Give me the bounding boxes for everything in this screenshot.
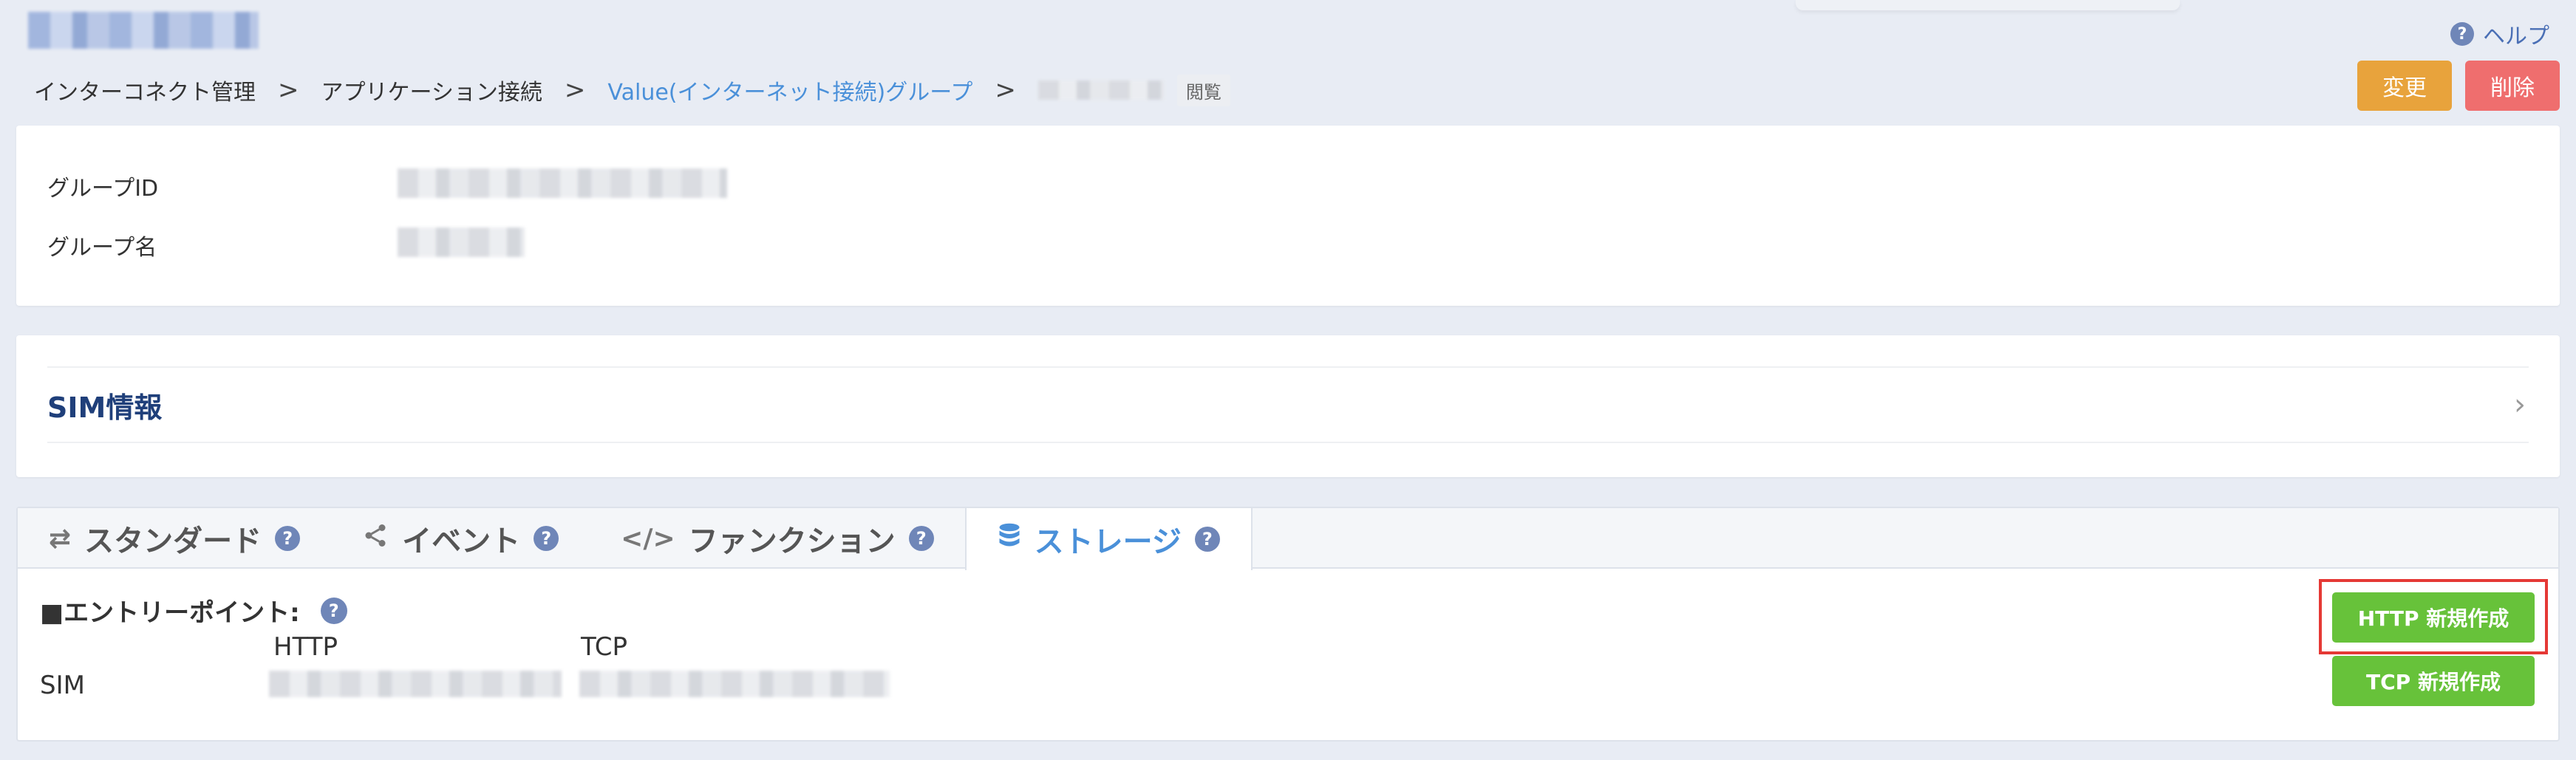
entry-panel: ⇄ スタンダード ? イベント ? </> ファンクション ? ストレージ ? … (16, 507, 2560, 742)
tab-bar: ⇄ スタンダード ? イベント ? </> ファンクション ? ストレージ ? (18, 508, 2558, 570)
help-label: ヘルプ (2483, 24, 2549, 49)
breadcrumb: インターコネクト管理 > アプリケーション接続 > Value(インターネット接… (34, 71, 1230, 109)
tcp-new-button[interactable]: TCP 新規作成 (2332, 656, 2535, 706)
group-id-label: グループID (47, 176, 159, 202)
tab-label: イベント (402, 524, 521, 558)
share-icon (362, 522, 389, 555)
help-link[interactable]: ? ヘルプ (2450, 18, 2549, 50)
arrows-exchange-icon: ⇄ (49, 523, 72, 554)
row-label-sim: SIM (40, 671, 85, 700)
mode-badge: 閲覧 (1176, 74, 1230, 106)
breadcrumb-item-app-connection[interactable]: アプリケーション接続 (321, 74, 542, 106)
entry-point-title: ■エントリーポイント: ? (40, 592, 347, 629)
sim-info-title: SIM情報 (47, 391, 163, 424)
question-circle-icon[interactable]: ? (534, 526, 559, 551)
top-overlay-edge (1796, 0, 2180, 10)
tcp-endpoint-value-redacted (579, 671, 890, 697)
delete-button[interactable]: 削除 (2465, 61, 2560, 111)
chevron-right-icon: > (564, 75, 586, 105)
tab-function[interactable]: </> ファンクション ? (590, 508, 964, 569)
question-circle-icon[interactable]: ? (1194, 527, 1220, 552)
database-icon (998, 523, 1021, 556)
http-endpoint-value-redacted (269, 671, 562, 697)
entry-point-title-text: ■エントリーポイント: (40, 598, 300, 628)
sim-info-card: SIM情報 › (16, 335, 2560, 477)
tab-label: スタンダード (84, 524, 262, 558)
tab-storage[interactable]: ストレージ ? (964, 508, 1253, 570)
question-circle-icon[interactable]: ? (275, 526, 301, 551)
top-actions: 変更 削除 (2357, 61, 2560, 111)
sim-info-toggle[interactable]: SIM情報 › (47, 366, 2529, 443)
tab-event[interactable]: イベント ? (331, 508, 590, 569)
column-header-tcp: TCP (581, 632, 628, 662)
chevron-right-icon: > (278, 75, 299, 105)
chevron-right-icon: › (2514, 388, 2526, 422)
tab-label: ストレージ (1034, 525, 1182, 559)
http-new-button[interactable]: HTTP 新規作成 (2332, 592, 2535, 643)
tab-label: ファンクション (688, 524, 896, 558)
group-name-value-redacted (398, 227, 525, 257)
code-icon: </> (621, 523, 675, 554)
question-circle-icon[interactable]: ? (908, 526, 934, 551)
question-circle-icon[interactable]: ? (320, 597, 347, 624)
page-title-redacted (28, 12, 259, 49)
breadcrumb-item-value-group[interactable]: Value(インターネット接続)グループ (607, 74, 972, 106)
column-header-http: HTTP (273, 632, 338, 662)
group-name-label: グループ名 (47, 235, 157, 261)
group-id-value-redacted (398, 168, 727, 198)
edit-button[interactable]: 変更 (2357, 61, 2452, 111)
group-info-card: グループID グループ名 (16, 126, 2560, 306)
chevron-right-icon: > (995, 75, 1016, 105)
breadcrumb-item-interconnect[interactable]: インターコネクト管理 (34, 74, 256, 106)
breadcrumb-item-redacted (1037, 81, 1164, 100)
question-circle-icon: ? (2450, 22, 2474, 46)
tab-standard[interactable]: ⇄ スタンダード ? (18, 508, 331, 569)
